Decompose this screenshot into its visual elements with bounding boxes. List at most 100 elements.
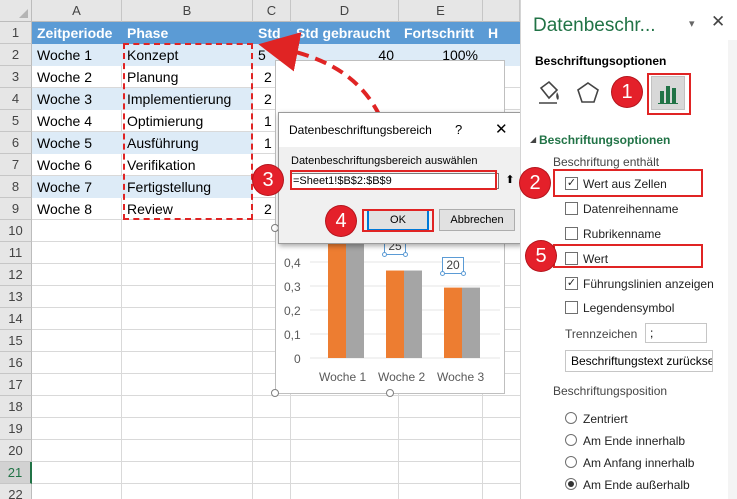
- chart-resize-handle[interactable]: [271, 389, 279, 397]
- x-tick-label: Woche 3: [437, 370, 485, 384]
- chart-bar[interactable]: [346, 230, 364, 358]
- checkbox-icon[interactable]: [565, 301, 578, 314]
- column-header-e[interactable]: E: [399, 0, 483, 22]
- row-header[interactable]: 2: [0, 44, 32, 66]
- cell-b1[interactable]: Phase: [122, 22, 253, 44]
- chart-resize-handle[interactable]: [386, 389, 394, 397]
- row-header[interactable]: 21: [0, 462, 32, 484]
- chevron-down-icon[interactable]: ▾: [689, 17, 695, 30]
- close-icon[interactable]: ✕: [495, 120, 508, 138]
- y-tick-label: 0: [294, 352, 301, 366]
- range-selection-marker: [123, 43, 253, 220]
- collapse-dialog-icon[interactable]: ⬆: [503, 173, 517, 189]
- column-header-f[interactable]: [483, 0, 520, 22]
- radio-selected-icon[interactable]: [565, 478, 577, 490]
- row-header[interactable]: 8: [0, 176, 32, 198]
- label-handle[interactable]: [403, 252, 408, 257]
- separator-label: Trennzeichen: [565, 327, 638, 341]
- step-badge-2: 2: [520, 168, 550, 198]
- range-input-marker: [290, 170, 497, 190]
- row-header[interactable]: 16: [0, 352, 32, 374]
- row-header[interactable]: 19: [0, 418, 32, 440]
- label-contains-heading: Beschriftung enthält: [553, 155, 660, 169]
- step-badge-1: 1: [612, 77, 642, 107]
- y-tick-label: 0,1: [284, 328, 301, 342]
- gridline: [32, 483, 520, 484]
- chart-bar[interactable]: [328, 230, 346, 358]
- label-handle[interactable]: [440, 271, 445, 276]
- row-header[interactable]: 14: [0, 308, 32, 330]
- close-icon[interactable]: ✕: [711, 12, 725, 32]
- cell-a8[interactable]: Woche 7: [32, 176, 122, 198]
- column-header-c[interactable]: C: [253, 0, 291, 22]
- help-icon[interactable]: ?: [455, 122, 462, 137]
- checkbox-icon[interactable]: [565, 227, 578, 240]
- gridline: [32, 461, 520, 462]
- cell-a5[interactable]: Woche 4: [32, 110, 122, 132]
- separator-select[interactable]: ;: [645, 323, 707, 343]
- row-header[interactable]: 5: [0, 110, 32, 132]
- collapse-triangle-icon[interactable]: ◢: [530, 135, 536, 144]
- gridline: [32, 439, 520, 440]
- checkbox-checked-icon[interactable]: ✓: [565, 277, 578, 290]
- value-from-cells-marker: [553, 169, 703, 197]
- y-tick-label: 0,4: [284, 256, 301, 270]
- row-header[interactable]: 9: [0, 198, 32, 220]
- column-header-b[interactable]: B: [122, 0, 253, 22]
- x-tick-label: Woche 1: [319, 370, 367, 384]
- row-header[interactable]: 3: [0, 66, 32, 88]
- cell-a2[interactable]: Woche 1: [32, 44, 122, 66]
- column-header-a[interactable]: A: [32, 0, 122, 22]
- label-handle[interactable]: [382, 252, 387, 257]
- row-header[interactable]: 18: [0, 396, 32, 418]
- row-header[interactable]: 6: [0, 132, 32, 154]
- cancel-button[interactable]: Abbrechen: [439, 209, 515, 231]
- step-badge-3: 3: [253, 165, 283, 195]
- fill-line-icon[interactable]: [531, 76, 565, 110]
- effects-pentagon-icon[interactable]: [571, 76, 605, 110]
- row-header[interactable]: 1: [0, 22, 32, 44]
- reset-label-text-button[interactable]: Beschriftungstext zurücksetzen: [565, 350, 713, 372]
- radio-icon[interactable]: [565, 456, 577, 468]
- step-badge-4: 4: [326, 206, 356, 236]
- y-tick-label: 0,2: [284, 304, 301, 318]
- cell-a9[interactable]: Woche 8: [32, 198, 122, 220]
- row-header[interactable]: 20: [0, 440, 32, 462]
- row-header[interactable]: 12: [0, 264, 32, 286]
- checkbox-icon[interactable]: [565, 202, 578, 215]
- row-header[interactable]: 15: [0, 330, 32, 352]
- row-header[interactable]: 22: [0, 484, 32, 499]
- group-title[interactable]: Beschriftungsoptionen: [539, 133, 670, 147]
- y-tick-label: 0,3: [284, 280, 301, 294]
- cell-a4[interactable]: Woche 3: [32, 88, 122, 110]
- row-header[interactable]: 10: [0, 220, 32, 242]
- chart-bar[interactable]: [444, 287, 462, 358]
- row-header[interactable]: 7: [0, 154, 32, 176]
- cell-f1[interactable]: H: [483, 22, 520, 44]
- cell-a7[interactable]: Woche 6: [32, 154, 122, 176]
- chart-bar[interactable]: [462, 287, 480, 358]
- row-header[interactable]: 17: [0, 374, 32, 396]
- row-header[interactable]: 13: [0, 286, 32, 308]
- cell-a1[interactable]: Zeitperiode: [32, 22, 122, 44]
- select-all-corner[interactable]: [0, 0, 32, 22]
- chart-bar[interactable]: [386, 270, 404, 358]
- label-handle[interactable]: [461, 271, 466, 276]
- spreadsheet[interactable]: A B C D E 1 2 3 4 5 6 7 8 9 10 11 12 13 14 15 16 17 18 19 2…: [0, 0, 520, 499]
- pane-title: Datenbeschr...: [533, 15, 656, 36]
- chart-bar[interactable]: [404, 270, 422, 358]
- radio-icon[interactable]: [565, 434, 577, 446]
- value-checkbox-marker: [553, 244, 703, 268]
- row-header[interactable]: 4: [0, 88, 32, 110]
- cell-a6[interactable]: Woche 5: [32, 132, 122, 154]
- column-header-d[interactable]: D: [291, 0, 399, 22]
- format-data-labels-pane[interactable]: Datenbeschr... ▾ ✕ Beschriftungsoptionen…: [520, 0, 737, 499]
- pane-scrollbar[interactable]: [728, 40, 737, 499]
- dialog-titlebar[interactable]: Datenbeschriftungsbereich ? ✕: [279, 113, 520, 147]
- gridline: [32, 417, 520, 418]
- cell-a3[interactable]: Woche 2: [32, 66, 122, 88]
- step-badge-5: 5: [526, 241, 556, 271]
- x-tick-label: Woche 2: [378, 370, 426, 384]
- radio-icon[interactable]: [565, 412, 577, 424]
- row-header[interactable]: 11: [0, 242, 32, 264]
